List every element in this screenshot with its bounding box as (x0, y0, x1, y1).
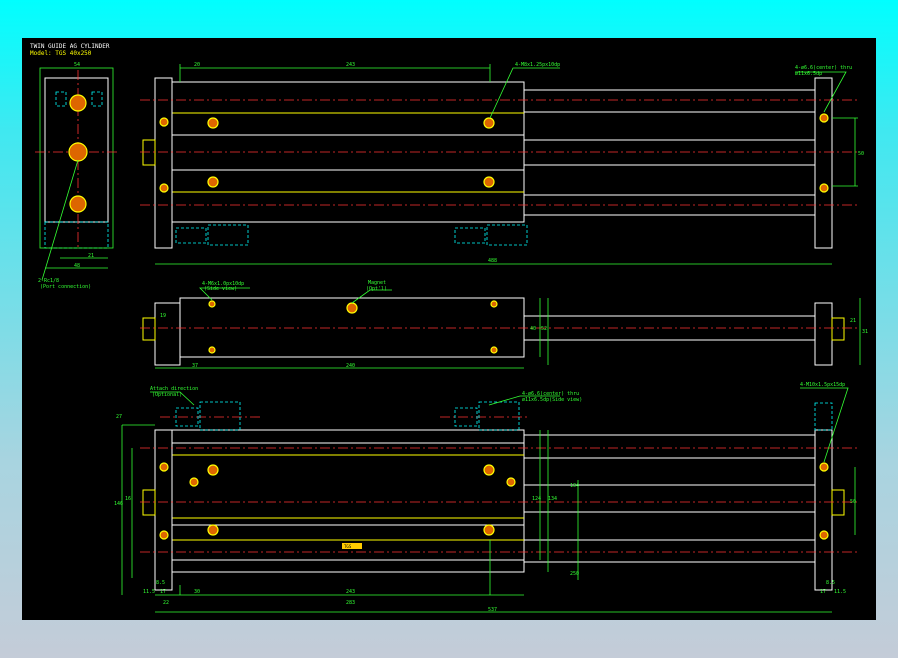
cad-drawing-sheet: TWIN GUIDE AG CYLINDER Model: TGS 40x250… (22, 38, 876, 620)
dim-283: 283 (346, 600, 355, 606)
cad-drawing: TWIN GUIDE AG CYLINDER Model: TGS 40x250… (30, 43, 868, 613)
dim-124: 124 (532, 496, 541, 502)
dim-8-5: 8.5 (156, 580, 165, 586)
dim-250: 250 (570, 571, 579, 577)
port-label-note: (Port connection) (40, 284, 91, 290)
end-view: 54 21 48 2-Rc1/8 (Port connection) (35, 62, 120, 290)
dim-48: 48 (74, 263, 80, 269)
dim-52: 52 (541, 326, 547, 332)
callout-thread: 4-M8x1.25px10dp (515, 62, 560, 68)
dim-11-5-right: 11.5 (834, 589, 846, 595)
dim-146: 146 (114, 501, 123, 507)
drawing-model: Model: TGS 40x250 (30, 50, 92, 57)
nameplate-text: TGS (344, 544, 352, 549)
top-view: 20 243 488 50 4-M8x1.25px10dp 4-ø6.6(cen… (140, 62, 864, 265)
dim-17-right: 17 (820, 589, 826, 595)
dim-240: 240 (346, 363, 355, 369)
dim-17: 17 (160, 589, 166, 595)
dim-16: 16 (125, 496, 131, 502)
dim-31: 31 (862, 329, 868, 335)
dim-22: 22 (163, 600, 169, 606)
drawing-title: TWIN GUIDE AG CYLINDER (30, 43, 110, 50)
dim-19: 19 (160, 313, 166, 319)
dim-50: 50 (858, 151, 864, 157)
dim-134: 134 (548, 496, 557, 502)
dim-243: 243 (346, 589, 355, 595)
callout-right-thread: 4-M10x1.5px15dp (800, 382, 845, 388)
bottom-view: TGS Attach direction (Optional) 4-ø6.6(c… (114, 382, 860, 613)
dim-20: 20 (194, 62, 200, 68)
dim-27: 27 (116, 414, 122, 420)
callout-side-note: (Side view) (204, 286, 237, 292)
dim-243: 243 (346, 62, 355, 68)
dim-104: 104 (570, 483, 579, 489)
dim-488: 488 (488, 258, 497, 264)
dim-37: 37 (192, 363, 198, 369)
attach-direction-note: (Optional) (152, 392, 182, 398)
dim-21: 21 (88, 253, 94, 259)
dim-40: 40 (530, 326, 536, 332)
magnet-note: (Opt'l) (366, 286, 387, 292)
dim-21: 21 (850, 318, 856, 324)
dim-50: 50 (850, 499, 856, 505)
dim-11-5: 11.5 (143, 589, 155, 595)
dim-537: 537 (488, 607, 497, 613)
callout-counterbore: ø11x6.5dp (795, 71, 822, 77)
dim-8-5-right: 8.5 (826, 580, 835, 586)
side-view: 4-M6x1.0px10dp (Side view) Magnet (Opt'l… (140, 280, 868, 369)
dim-54: 54 (74, 62, 80, 68)
dim-30: 30 (194, 589, 200, 595)
callout-mid-counterbore: ø11x6.5dp(Side view) (522, 397, 582, 403)
